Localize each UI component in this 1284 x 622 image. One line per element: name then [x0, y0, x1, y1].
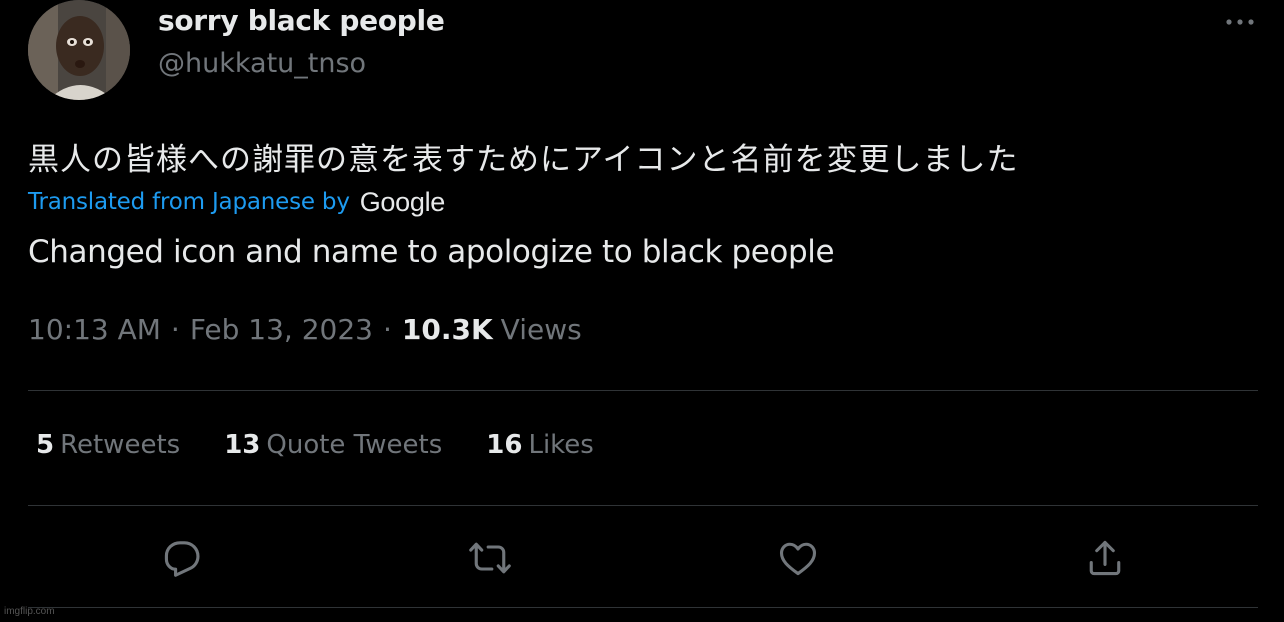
engagement-stats: 5 Retweets 13 Quote Tweets 16 Likes — [36, 430, 638, 460]
tweet-meta: 10:13 AM · Feb 13, 2023 · 10.3K Views — [28, 313, 582, 346]
more-dots-icon — [1226, 19, 1254, 25]
share-button[interactable] — [1083, 536, 1127, 580]
retweet-button[interactable] — [468, 536, 512, 580]
translated-from-link[interactable]: Translated from Japanese by — [28, 189, 350, 215]
quote-tweets-stat[interactable]: 13 Quote Tweets — [224, 430, 442, 460]
retweets-stat[interactable]: 5 Retweets — [36, 430, 180, 460]
translation-attribution: Translated from Japanese by Google — [28, 184, 445, 220]
reply-icon — [164, 541, 200, 577]
tweet-detail: sorry black people @hukkatu_tnso 黒人の皆様への… — [0, 0, 1284, 622]
likes-stat[interactable]: 16 Likes — [486, 430, 594, 460]
quote-tweets-count: 13 — [224, 430, 261, 460]
meta-separator: · — [382, 313, 392, 346]
views-count: 10.3K — [401, 313, 493, 346]
heart-icon — [779, 542, 817, 576]
display-name[interactable]: sorry black people — [158, 4, 445, 37]
meta-separator: · — [170, 313, 180, 346]
tweet-time[interactable]: 10:13 AM — [28, 313, 161, 346]
tweet-date[interactable]: Feb 13, 2023 — [190, 313, 373, 346]
retweets-count: 5 — [36, 430, 55, 460]
divider — [28, 505, 1258, 506]
tweet-translated-text: Changed icon and name to apologize to bl… — [28, 234, 835, 270]
avatar-photo-icon — [28, 0, 130, 100]
retweet-icon — [469, 542, 511, 574]
quote-tweets-label: Quote Tweets — [266, 430, 443, 460]
likes-label: Likes — [528, 430, 594, 460]
watermark: imgflip.com — [4, 606, 55, 617]
avatar[interactable] — [28, 0, 130, 100]
divider — [28, 390, 1258, 391]
likes-count: 16 — [486, 430, 523, 460]
tweet-original-text: 黒人の皆様への謝罪の意を表すためにアイコンと名前を変更しました — [28, 142, 1019, 178]
retweets-label: Retweets — [60, 430, 181, 460]
more-options-button[interactable] — [1220, 10, 1260, 34]
google-logo: Google — [359, 186, 446, 217]
user-handle[interactable]: @hukkatu_tnso — [158, 48, 366, 79]
like-button[interactable] — [776, 536, 820, 580]
share-icon — [1089, 540, 1121, 576]
views-label: Views — [500, 313, 582, 346]
reply-button[interactable] — [160, 536, 204, 580]
divider — [28, 607, 1258, 608]
